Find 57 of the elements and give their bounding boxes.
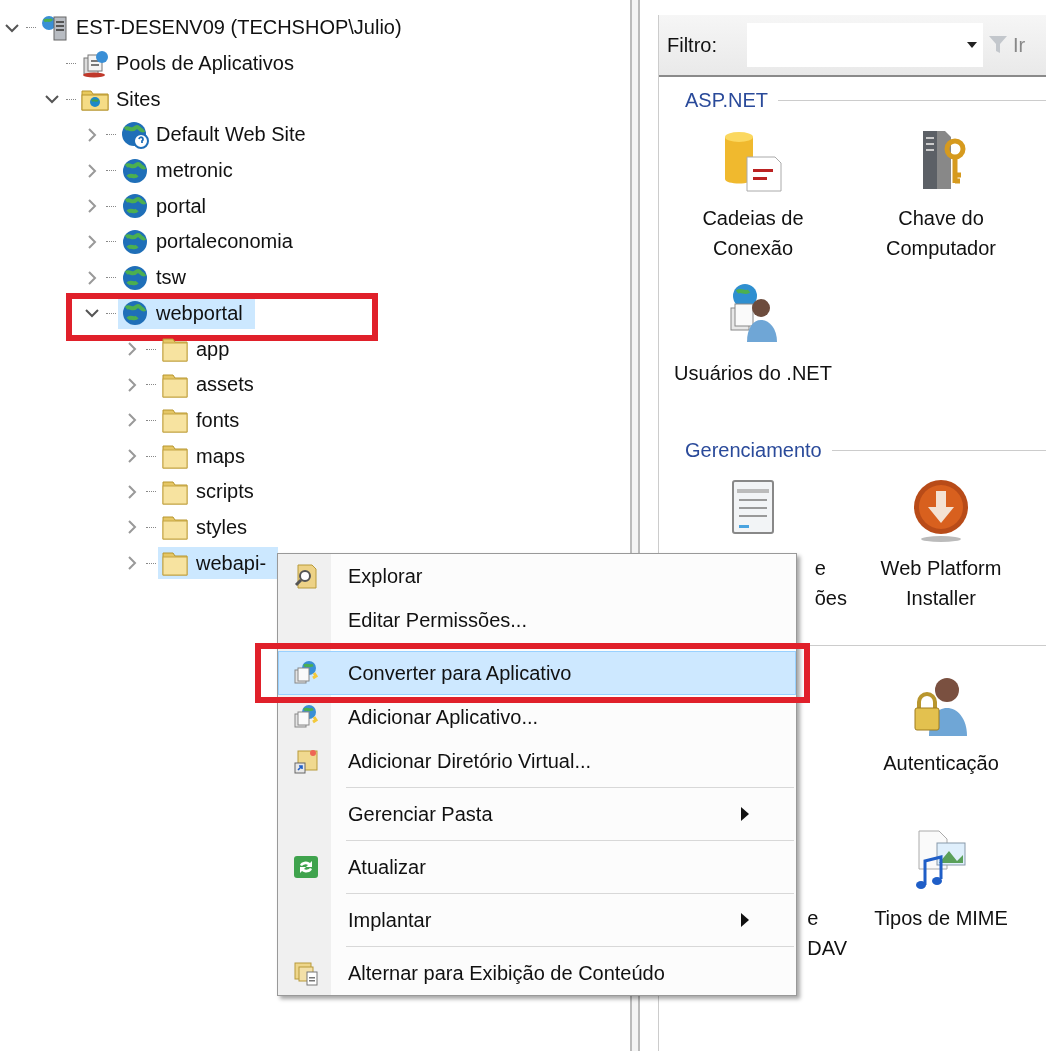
tree-item[interactable]: portal (118, 190, 219, 223)
filter-label: Filtro: (667, 33, 718, 57)
globe-icon (120, 192, 150, 221)
group-heading: ASP.NET (685, 88, 768, 112)
tree-item[interactable]: scripts (158, 475, 266, 508)
funnel-icon (989, 35, 1007, 55)
menu-item[interactable]: Converter para Aplicativo (278, 651, 796, 695)
menu-item[interactable]: Editar Permissões... (278, 598, 796, 642)
tree-item[interactable]: assets (158, 368, 266, 401)
globe-icon (120, 299, 150, 328)
menu-item[interactable]: Alternar para Exibição de Conteúdo (278, 951, 796, 995)
globe-icon (120, 156, 150, 185)
tree-item[interactable]: EST-DESENV09 (TECHSHOP\Julio) (38, 11, 414, 44)
tree-item[interactable]: Sites (78, 83, 173, 116)
filter-field[interactable] (747, 23, 983, 67)
menu-item[interactable]: Explorar (278, 554, 796, 598)
tree-item[interactable]: maps (158, 440, 257, 473)
feature-label[interactable]: Autenticação (883, 748, 999, 778)
tree-item[interactable]: webportal (118, 297, 255, 330)
tree-item[interactable]: webapi- (158, 547, 279, 580)
menu-item[interactable]: Adicionar Aplicativo... (278, 695, 796, 739)
folder-icon (160, 513, 190, 542)
globe-question-icon (120, 120, 150, 149)
feature-label[interactable]: e ões (814, 553, 847, 613)
globe-icon (120, 263, 150, 292)
feature-label[interactable]: Chave do Computador (885, 203, 997, 263)
tree-item[interactable]: styles (158, 511, 260, 544)
tree-item[interactable]: tsw (118, 261, 198, 294)
feature-label[interactable]: Usuários do .NET (674, 358, 832, 388)
documents-globe-icon (80, 49, 110, 78)
documents-globe-icon (291, 659, 320, 687)
tree-item[interactable]: fonts (158, 404, 252, 437)
menu-item[interactable]: Gerenciar Pasta (278, 792, 796, 836)
tree-item[interactable]: Default Web Site (118, 118, 318, 151)
menu-item[interactable]: Implantar (278, 898, 796, 942)
folder-icon (160, 442, 190, 471)
folders-document-icon (291, 959, 320, 987)
globe-icon (120, 227, 150, 256)
dropdown-arrow-icon[interactable] (967, 42, 977, 48)
feature-label[interactable]: Tipos de MIME (874, 903, 1008, 933)
folder-shortcut-icon (291, 747, 320, 775)
server-icon (40, 13, 70, 42)
group-heading: Gerenciamento (685, 438, 822, 462)
folder-icon (160, 406, 190, 435)
feature-label[interactable]: Cadeias de Conexão (702, 203, 804, 263)
documents-globe-icon (291, 703, 320, 731)
menu-item[interactable]: Adicionar Diretório Virtual... (278, 739, 796, 783)
folder-icon (160, 549, 190, 578)
feature-label[interactable]: Web Platform Installer (880, 553, 1002, 613)
tree-item[interactable]: app (158, 333, 242, 366)
menu-item[interactable]: Atualizar (278, 845, 796, 889)
tree-item[interactable]: portaleconomia (118, 225, 305, 258)
tree-item[interactable]: Pools de Aplicativos (78, 47, 306, 80)
folder-icon (160, 335, 190, 364)
feature-label[interactable]: e DAV (807, 903, 847, 963)
tree-item[interactable]: metronic (118, 154, 245, 187)
refresh-icon (291, 853, 320, 881)
